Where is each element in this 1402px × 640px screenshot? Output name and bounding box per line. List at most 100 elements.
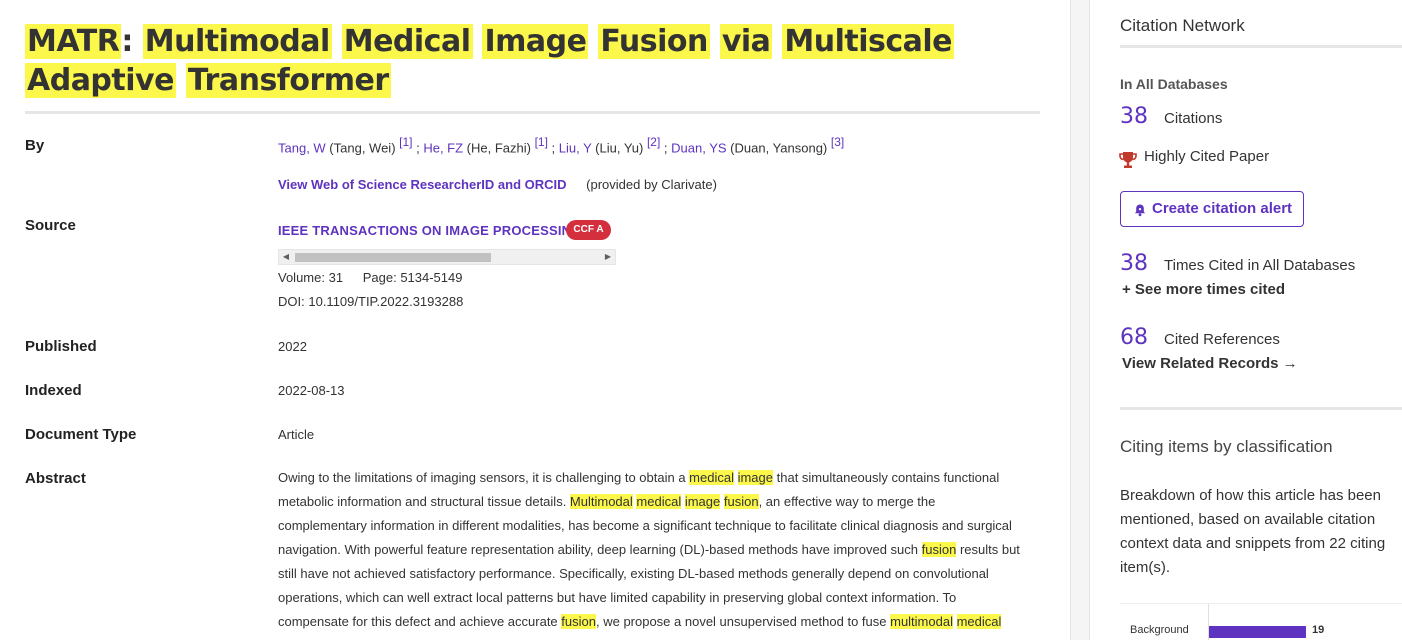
author-separator: ; [660, 140, 672, 156]
classification-bar-chart: Background 19 [1120, 603, 1402, 640]
indexed-label: Indexed [25, 382, 82, 399]
published-label: Published [25, 338, 97, 355]
affiliation-ref-link[interactable]: [1] [535, 135, 548, 149]
highlighted-term: Multimodal [569, 494, 633, 509]
classification-description: Breakdown of how this article has been m… [1120, 487, 1386, 576]
citations-label: Citations [1164, 110, 1223, 127]
times-cited-count[interactable]: 38 [1120, 251, 1148, 276]
source-label: Source [25, 217, 76, 234]
title-word: Fusion [598, 24, 710, 59]
doi-value[interactable]: 10.1109/TIP.2022.3193288 [308, 294, 463, 309]
abstract-line: complementary information in different m… [278, 514, 1038, 538]
title-word: via [719, 24, 773, 59]
highlighted-term: image [684, 494, 721, 509]
citation-network-title: Citation Network [1120, 16, 1245, 35]
scrollbar-thumb[interactable] [295, 253, 491, 262]
bar-value-label: 19 [1312, 624, 1325, 636]
journal-link[interactable]: IEEE TRANSACTIONS ON IMAGE PROCESSING [278, 223, 582, 238]
scroll-left-icon[interactable]: ◀ [279, 250, 293, 264]
highlighted-term: medical [689, 470, 734, 485]
abstract-line: still have not achieved satisfactory per… [278, 562, 1038, 586]
abstract-segment: Owing to the limitations of imaging sens… [278, 470, 690, 485]
view-related-records-link[interactable]: View Related Records → [1122, 355, 1298, 372]
abstract-segment: that simultaneously contains functional [773, 470, 1000, 485]
title-word: : [121, 24, 133, 59]
doi-row: DOI: 10.1109/TIP.2022.3193288 [278, 294, 463, 309]
affiliation-ref-link[interactable]: [3] [831, 135, 844, 149]
sidebar-divider [1120, 407, 1402, 410]
journal-name[interactable]: IEEE TRANSACTIONS ON IMAGE PROCESSING [278, 223, 582, 238]
cited-references-count[interactable]: 68 [1120, 325, 1148, 350]
trophy-icon [1119, 152, 1137, 168]
abstract-line: compensate for this defect and achieve a… [278, 610, 1038, 634]
bell-icon [1135, 204, 1145, 217]
page-value: 5134-5149 [400, 270, 463, 285]
highlighted-term: fusion [723, 494, 759, 509]
highlighted-term: multimodal [890, 614, 953, 629]
title-word: Adaptive [25, 63, 176, 98]
abstract-segment: complementary information in different m… [278, 518, 1012, 533]
abstract-line: Owing to the limitations of imaging sens… [278, 466, 1038, 490]
volume-value: 31 [328, 270, 344, 285]
record-main: MATR: Multimodal Medical Image Fusion vi… [0, 0, 1070, 640]
highlighted-term: fusion [561, 614, 596, 629]
title-word: Transformer [185, 63, 391, 98]
by-label: By [25, 137, 45, 154]
see-more-times-cited-link[interactable]: + See more times cited [1122, 281, 1285, 298]
volume-page-row: Volume: 31 Page: 5134-5149 [278, 270, 462, 285]
author-link[interactable]: Tang, W [278, 140, 326, 155]
create-alert-label: Create citation alert [1152, 200, 1293, 217]
title-word: Multimodal [142, 24, 332, 59]
indexed-value: 2022-08-13 [278, 383, 345, 398]
abstract-line: navigation. With powerful feature repres… [278, 538, 1038, 562]
record-title: MATR: Multimodal Medical Image Fusion vi… [25, 22, 1040, 100]
highlighted-term: fusion [921, 542, 957, 557]
provided-by: (provided by Clarivate) [586, 177, 717, 192]
title-word: MATR [25, 24, 122, 59]
abstract-segment: , an effective way to merge the [758, 494, 936, 509]
create-citation-alert-button[interactable]: Create citation alert [1120, 191, 1304, 227]
affiliation-ref-link[interactable]: [2] [647, 135, 660, 149]
document-type-value: Article [278, 427, 315, 442]
researcher-id-link[interactable]: View Web of Science ResearcherID and ORC… [278, 177, 567, 192]
author-link[interactable]: Liu, Y [559, 140, 592, 155]
abstract-segment: results but [956, 542, 1020, 557]
scroll-right-icon[interactable]: ▶ [601, 250, 615, 264]
abstract-line: operations, which can well extract local… [278, 586, 1038, 610]
abstract-segment: still have not achieved satisfactory per… [278, 566, 989, 581]
author-list: Tang, W (Tang, Wei) [1] ; He, FZ (He, Fa… [278, 135, 1038, 156]
author-full-name: (Liu, Yu) [591, 140, 647, 156]
background-bar[interactable] [1209, 626, 1306, 638]
author-full-name: (Tang, Wei) [325, 140, 400, 156]
cited-references-label: Cited References [1164, 331, 1280, 348]
affiliation-ref-link[interactable]: [1] [399, 135, 412, 149]
author-separator: ; [412, 140, 424, 156]
horizontal-scrollbar[interactable]: ◀ ▶ [278, 249, 616, 265]
highlighted-term: medical [956, 614, 1002, 629]
author-link[interactable]: He, FZ [423, 140, 463, 155]
citations-count[interactable]: 38 [1120, 104, 1148, 129]
abstract-segment: operations, which can well extract local… [278, 590, 957, 605]
title-divider [25, 111, 1040, 114]
abstract-segment: navigation. With powerful feature repres… [278, 542, 922, 557]
researcher-row: View Web of Science ResearcherID and ORC… [278, 177, 717, 192]
citation-sidebar: Citation Network In All Databases 38 Cit… [1090, 0, 1402, 640]
abstract-label: Abstract [25, 470, 86, 487]
abstract-segment: compensate for this defect and achieve a… [278, 614, 562, 629]
abstract-segment: metabolic information and structural tis… [278, 494, 570, 509]
title-word: Image [482, 24, 589, 59]
author-full-name: (Duan, Yansong) [726, 140, 831, 156]
document-type-label: Document Type [25, 426, 137, 443]
abstract-text: Owing to the limitations of imaging sens… [278, 466, 1038, 634]
author-link[interactable]: Duan, YS [671, 140, 726, 155]
title-word: Multiscale [782, 24, 955, 59]
volume-label: Volume: [278, 270, 325, 285]
all-databases-label: In All Databases [1120, 76, 1228, 92]
classification-title: Citing items by classification [1120, 437, 1333, 456]
page-label: Page: [362, 270, 397, 285]
bar-category-label: Background [1130, 624, 1189, 636]
highlighted-term: image [737, 470, 774, 485]
sidebar-divider [1120, 45, 1402, 48]
column-divider [1070, 0, 1090, 640]
ccf-badge: CCF A [566, 220, 611, 240]
